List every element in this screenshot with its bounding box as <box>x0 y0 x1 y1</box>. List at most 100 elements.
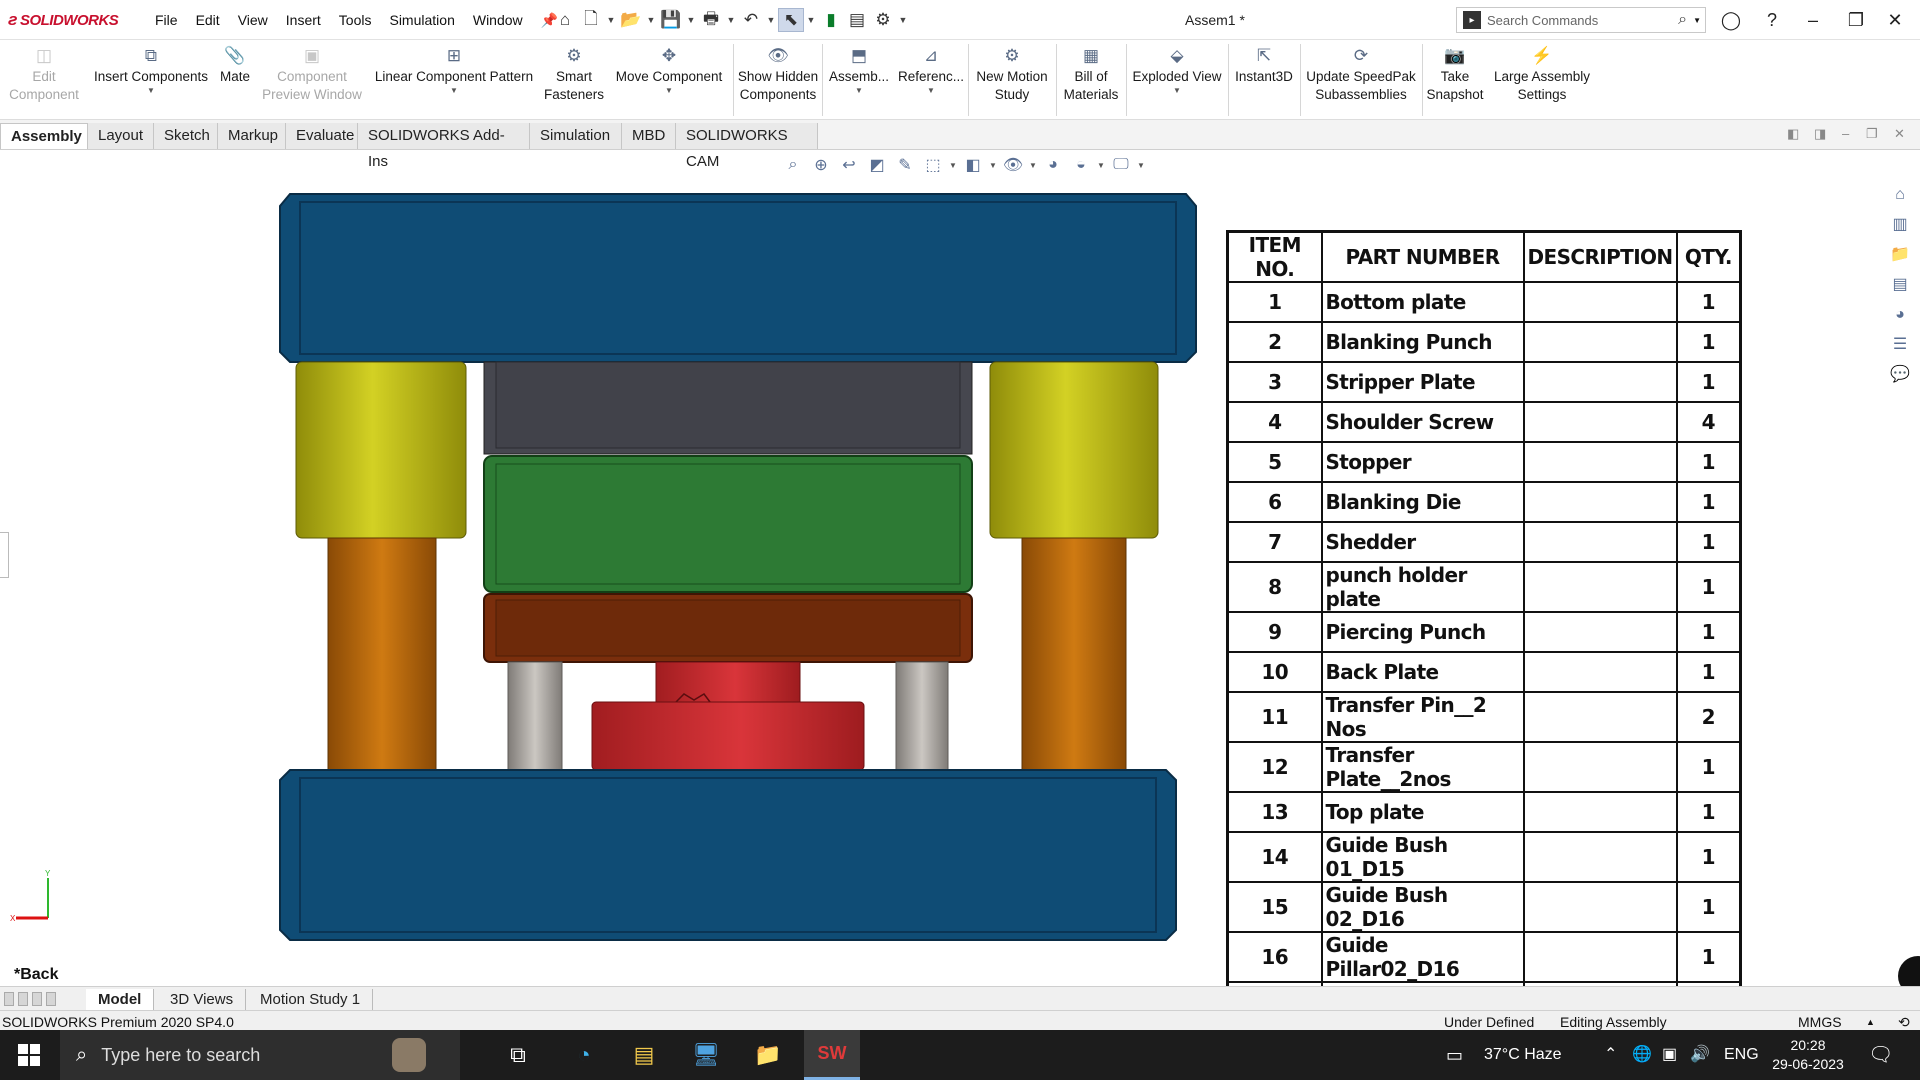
view-palette-icon[interactable]: ▤ <box>1886 270 1914 300</box>
help-icon[interactable]: ? <box>1757 6 1787 34</box>
tile-vertical-icon[interactable]: ◨ <box>1814 126 1826 142</box>
tab-solidworks-cam[interactable]: SOLIDWORKS CAM <box>676 123 818 170</box>
bom-row[interactable]: 15 Guide Bush 02_D16 1 <box>1226 881 1742 933</box>
rebuild-icon[interactable]: ⟲ <box>1898 1012 1910 1032</box>
doc-minimize-icon[interactable]: – <box>1842 126 1849 141</box>
component-preview-window-button[interactable]: ▣ Component Preview Window <box>258 46 366 118</box>
smart-fasteners-button[interactable]: ⚙ Smart Fasteners <box>544 46 604 118</box>
system-clock[interactable]: 20:28 29-06-2023 <box>1768 1036 1848 1074</box>
chevron-up-icon[interactable]: ⌃ <box>1604 1030 1617 1080</box>
bom-row[interactable]: 9 Piercing Punch 1 <box>1226 611 1742 653</box>
menu-file[interactable]: File <box>146 12 187 29</box>
show-hidden-components-button[interactable]: 👁 Show Hidden Components <box>736 46 820 118</box>
options-gear-icon[interactable]: ⚙ <box>870 8 896 32</box>
tab-mbd[interactable]: MBD <box>622 123 676 149</box>
menu-edit[interactable]: Edit <box>187 12 229 29</box>
exploded-view-button[interactable]: ⬙ Exploded View ▼ <box>1128 46 1226 118</box>
menu-view[interactable]: View <box>229 12 277 29</box>
transfer-pin-left[interactable] <box>507 661 563 771</box>
task-view-icon[interactable]: ⧉ <box>490 1030 546 1080</box>
assembly-features-button[interactable]: ⬒ Assemb... ▼ <box>826 46 892 118</box>
chevron-down-icon[interactable]: ▼ <box>1693 16 1701 25</box>
chevron-down-icon[interactable]: ▼ <box>684 15 698 25</box>
file-explorer-icon[interactable]: 📁 <box>740 1030 796 1080</box>
chevron-down-icon[interactable]: ▼ <box>804 15 818 25</box>
taskbar-search[interactable]: ⌕ Type here to search <box>60 1030 460 1080</box>
new-document-icon[interactable]: 🗋 <box>578 8 604 32</box>
unit-system-selector[interactable]: MMGS <box>1798 1012 1842 1032</box>
blanking-punch[interactable] <box>655 661 801 703</box>
search-input[interactable]: Search Commands <box>1487 13 1678 28</box>
remote-desktop-icon[interactable]: 🖥 <box>678 1030 734 1080</box>
notifications-icon[interactable]: 🗨 <box>1868 1030 1893 1080</box>
network-icon[interactable]: 🌐 <box>1632 1030 1652 1080</box>
search-icon[interactable]: ⌕ <box>1678 11 1687 29</box>
guide-pillar-left[interactable] <box>327 537 437 771</box>
tab-model[interactable]: Model <box>86 989 155 1011</box>
save-icon[interactable]: 💾 <box>658 8 684 32</box>
take-snapshot-button[interactable]: 📷 Take Snapshot <box>1424 46 1486 118</box>
search-commands[interactable]: ▸ Search Commands ⌕ ▼ <box>1456 7 1706 33</box>
chevron-down-icon[interactable]: ▼ <box>724 15 738 25</box>
restore-icon[interactable]: ❐ <box>1841 6 1871 34</box>
tab-evaluate[interactable]: Evaluate <box>286 123 358 149</box>
chevron-down-icon[interactable]: ▼ <box>606 86 732 96</box>
menu-insert[interactable]: Insert <box>277 12 330 29</box>
windows-start-icon[interactable] <box>18 1044 40 1066</box>
menu-window[interactable]: Window <box>464 12 532 29</box>
menu-simulation[interactable]: Simulation <box>380 12 463 29</box>
design-library-icon[interactable]: ▥ <box>1886 210 1914 240</box>
home-icon[interactable]: ⌂ <box>552 8 578 32</box>
guide-bush-right[interactable] <box>989 361 1159 539</box>
chevron-down-icon[interactable]: ▼ <box>368 86 540 96</box>
open-folder-icon[interactable]: 📂 <box>618 8 644 32</box>
bill-of-materials-button[interactable]: ▦ Bill of Materials <box>1058 46 1124 118</box>
chevron-down-icon[interactable]: ▼ <box>604 15 618 25</box>
notes-app-icon[interactable]: ▤ <box>616 1030 672 1080</box>
solidworks-taskbar-icon[interactable]: SW <box>804 1030 860 1080</box>
bom-row[interactable]: 3 Stripper Plate 1 <box>1226 361 1742 403</box>
update-speedpak-button[interactable]: ⟳ Update SpeedPak Subassemblies <box>1302 46 1420 118</box>
tab-3d-views[interactable]: 3D Views <box>158 989 247 1011</box>
chevron-down-icon[interactable]: ▼ <box>826 86 892 96</box>
close-icon[interactable]: ✕ <box>1880 6 1910 34</box>
undo-icon[interactable]: ↶ <box>738 8 764 32</box>
volume-icon[interactable]: 🔊 <box>1690 1030 1710 1080</box>
edit-component-button[interactable]: ◫ Edit Component <box>4 46 84 118</box>
weather-text[interactable]: 37°C Haze <box>1484 1030 1562 1080</box>
linear-component-pattern-button[interactable]: ⊞ Linear Component Pattern ▼ <box>368 46 540 118</box>
bom-row[interactable]: 13 Top plate 1 <box>1226 791 1742 833</box>
tab-sketch[interactable]: Sketch <box>154 123 218 149</box>
search-highlight-image[interactable] <box>392 1038 426 1072</box>
file-properties-icon[interactable]: ▤ <box>844 8 870 32</box>
menu-tools[interactable]: Tools <box>330 12 381 29</box>
chevron-down-icon[interactable]: ▼ <box>896 15 910 25</box>
last-tab-icon[interactable] <box>46 992 56 1006</box>
chevron-down-icon[interactable]: ▼ <box>88 86 214 96</box>
tab-solidworks-add-ins[interactable]: SOLIDWORKS Add-Ins <box>358 123 530 170</box>
webcam-icon[interactable]: ▣ <box>1662 1030 1677 1080</box>
taskbar-search-input[interactable]: Type here to search <box>101 1045 260 1066</box>
transfer-pin-right[interactable] <box>895 661 949 771</box>
shedder[interactable] <box>591 701 865 771</box>
large-assembly-settings-button[interactable]: ⚡ Large Assembly Settings <box>1488 46 1596 118</box>
bill-of-materials-table[interactable]: ITEM NO. PART NUMBER DESCRIPTION QTY. 1B… <box>1226 230 1743 1034</box>
language-indicator[interactable]: ENG <box>1724 1030 1759 1080</box>
bom-row[interactable]: 7 Shedder 1 <box>1226 521 1742 563</box>
bom-row[interactable]: 12 Transfer Plate__2nos 1 <box>1226 741 1742 793</box>
first-tab-icon[interactable] <box>4 992 14 1006</box>
select-cursor-icon[interactable]: ⬉ <box>778 8 804 32</box>
prev-tab-icon[interactable] <box>18 992 28 1006</box>
solidworks-resources-icon[interactable]: ⌂ <box>1886 180 1914 210</box>
tab-motion-study-1[interactable]: Motion Study 1 <box>248 989 374 1011</box>
instant3d-button[interactable]: ⇱ Instant3D <box>1230 46 1298 118</box>
weather-icon[interactable]: ▭ <box>1446 1030 1463 1080</box>
bom-row[interactable]: 2 Blanking Punch 1 <box>1226 321 1742 363</box>
feature-manager-flyout-tab[interactable] <box>0 532 9 578</box>
chevron-down-icon[interactable]: ▼ <box>644 15 658 25</box>
traffic-light-icon[interactable]: ▮ <box>818 8 844 32</box>
tab-markup[interactable]: Markup <box>218 123 286 149</box>
guide-bush-left[interactable] <box>295 361 467 539</box>
bom-row[interactable]: 4 Shoulder Screw 4 <box>1226 401 1742 443</box>
bom-row[interactable]: 16 Guide Pillar02_D16 1 <box>1226 931 1742 983</box>
